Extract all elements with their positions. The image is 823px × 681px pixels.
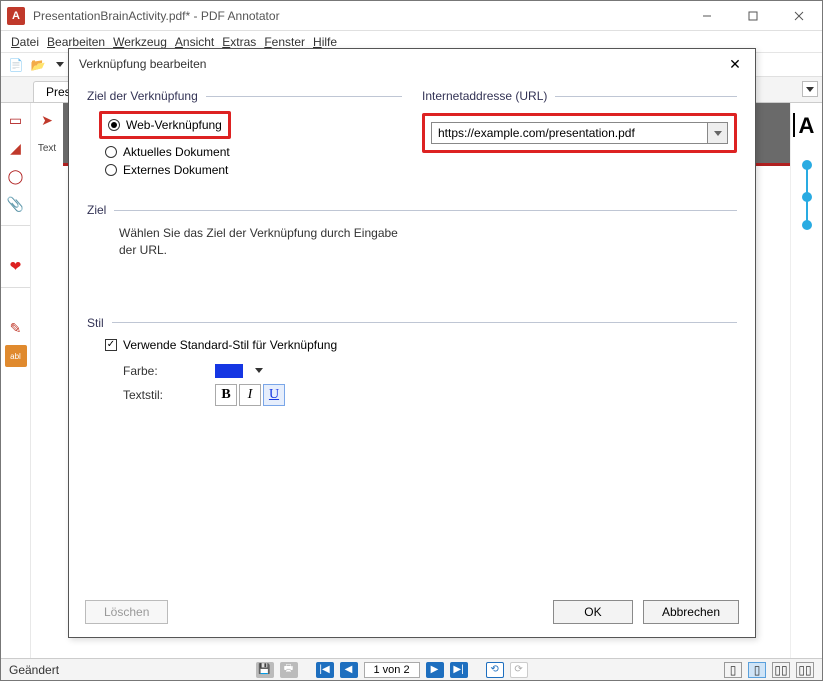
highlight-url-field	[422, 113, 737, 153]
dialog-footer: Löschen OK Abbrechen	[69, 595, 755, 637]
pencil-icon[interactable]: ✎	[5, 317, 27, 339]
clip-icon[interactable]: 📎	[5, 193, 27, 215]
menu-tool[interactable]: Werkzeug	[113, 35, 167, 49]
underline-button[interactable]: U	[263, 384, 285, 406]
sb-last-page[interactable]: ▶|	[450, 662, 468, 678]
ok-button[interactable]: OK	[553, 600, 633, 624]
tab-dropdown[interactable]	[802, 81, 818, 97]
sb-save-icon[interactable]: 💾	[256, 662, 274, 678]
menu-window[interactable]: Fenster	[264, 35, 305, 49]
menu-edit[interactable]: Bearbeiten	[47, 35, 105, 49]
link-target-heading: Ziel der Verknüpfung	[87, 89, 198, 103]
right-toolbar: A	[790, 103, 822, 658]
panel-icon[interactable]: ▭	[5, 109, 27, 131]
radio-web-link-label: Web-Verknüpfung	[126, 118, 222, 132]
view-mode-1[interactable]: ▯	[724, 662, 742, 678]
color-dropdown-icon[interactable]	[255, 368, 263, 373]
pointer-tool-icon[interactable]: ➤	[36, 109, 58, 131]
minimize-button[interactable]	[684, 1, 730, 31]
open-folder-icon[interactable]: 📂	[29, 56, 47, 74]
url-input[interactable]	[431, 122, 708, 144]
view-mode-3[interactable]: ▯▯	[772, 662, 790, 678]
close-window-button[interactable]	[776, 1, 822, 31]
menu-file[interactable]: Datei	[11, 35, 39, 49]
sb-back-icon[interactable]: ⟲	[486, 662, 504, 678]
sb-next-page[interactable]: ▶	[426, 662, 444, 678]
status-bar: Geändert 💾 🖶 |◀ ◀ ▶ ▶| ⟲ ⟳ ▯ ▯ ▯▯ ▯▯	[1, 658, 822, 680]
connector-preview	[806, 165, 808, 225]
shape-panel-icon[interactable]: ◯	[5, 165, 27, 187]
ziel-group: Ziel Wählen Sie das Ziel der Verknüpfung…	[87, 203, 737, 260]
sb-first-page[interactable]: |◀	[316, 662, 334, 678]
dropdown-icon[interactable]	[51, 56, 69, 74]
menu-view[interactable]: Ansicht	[175, 35, 214, 49]
radio-web-link[interactable]	[108, 119, 120, 131]
link-target-group: Ziel der Verknüpfung Web-Verknüpfung Akt…	[87, 89, 402, 177]
window-title: PresentationBrainActivity.pdf* - PDF Ann…	[33, 9, 280, 23]
pen-panel-icon[interactable]: ◢	[5, 137, 27, 159]
sb-prev-page[interactable]: ◀	[340, 662, 358, 678]
url-dropdown-button[interactable]	[708, 122, 728, 144]
use-default-style-checkbox[interactable]: ✓	[105, 339, 117, 351]
status-text: Geändert	[9, 663, 59, 677]
radio-external-doc-label: Externes Dokument	[123, 163, 228, 177]
sb-forward-icon[interactable]: ⟳	[510, 662, 528, 678]
page-indicator[interactable]	[364, 662, 420, 678]
color-label: Farbe:	[123, 364, 203, 378]
textstyle-label: Textstil:	[123, 388, 203, 402]
bold-button[interactable]: B	[215, 384, 237, 406]
color-swatch[interactable]	[215, 364, 243, 378]
view-mode-4[interactable]: ▯▯	[796, 662, 814, 678]
menu-extras[interactable]: Extras	[222, 35, 256, 49]
menu-help[interactable]: Hilfe	[313, 35, 337, 49]
ziel-hint: Wählen Sie das Ziel der Verknüpfung durc…	[119, 225, 399, 260]
text-tool-label[interactable]: Text	[36, 137, 58, 159]
url-group: Internetaddresse (URL)	[422, 89, 737, 153]
new-doc-icon[interactable]: 📄	[7, 56, 25, 74]
dialog-close-button[interactable]: ✕	[725, 54, 745, 74]
use-default-style-label: Verwende Standard-Stil für Verknüpfung	[123, 338, 337, 352]
ziel-heading: Ziel	[87, 203, 106, 217]
stil-group: Stil ✓ Verwende Standard-Stil für Verknü…	[87, 316, 737, 406]
app-icon: A	[7, 7, 25, 25]
maximize-button[interactable]	[730, 1, 776, 31]
dialog-title: Verknüpfung bearbeiten	[79, 57, 206, 71]
radio-current-doc[interactable]	[105, 146, 117, 158]
url-heading: Internetaddresse (URL)	[422, 89, 547, 103]
highlight-web-link: Web-Verknüpfung	[99, 111, 231, 139]
dialog-title-bar: Verknüpfung bearbeiten ✕	[69, 49, 755, 79]
title-bar: A PresentationBrainActivity.pdf* - PDF A…	[1, 1, 822, 31]
italic-button[interactable]: I	[239, 384, 261, 406]
delete-button[interactable]: Löschen	[85, 600, 168, 624]
edit-link-dialog: Verknüpfung bearbeiten ✕ Ziel der Verknü…	[68, 48, 756, 638]
radio-external-doc[interactable]	[105, 164, 117, 176]
sb-print-icon[interactable]: 🖶	[280, 662, 298, 678]
abl-icon[interactable]: abl	[5, 345, 27, 367]
left-toolbars: ▭ ◢ ◯ 📎 ❤ ✎ abl ➤ Text	[1, 103, 63, 658]
text-style-icon[interactable]: A	[799, 113, 815, 139]
view-mode-2[interactable]: ▯	[748, 662, 766, 678]
heart-icon[interactable]: ❤	[5, 255, 27, 277]
stil-heading: Stil	[87, 316, 104, 330]
cancel-button[interactable]: Abbrechen	[643, 600, 739, 624]
radio-current-doc-label: Aktuelles Dokument	[123, 145, 230, 159]
